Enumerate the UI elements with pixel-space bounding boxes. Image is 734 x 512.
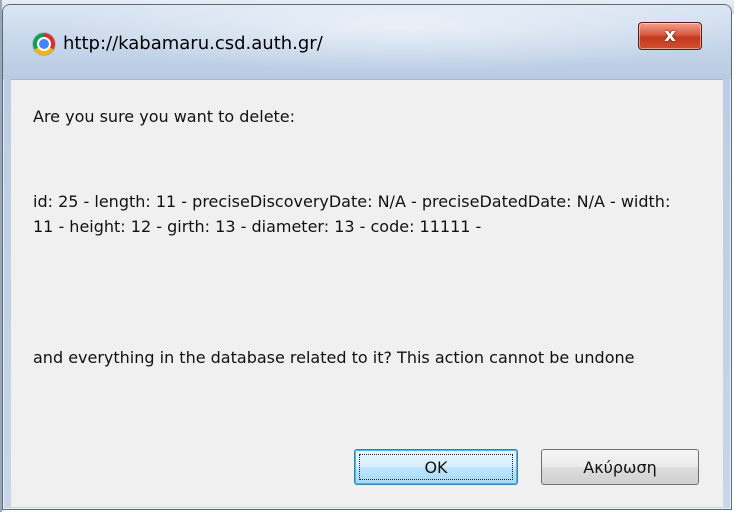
message-outro: and everything in the database related t… — [33, 348, 635, 367]
cancel-button[interactable]: Ακύρωση — [541, 449, 699, 485]
ok-button[interactable]: OK — [354, 449, 518, 485]
confirm-dialog: http://kabamaru.csd.auth.gr/ x Are you s… — [2, 4, 732, 510]
dialog-button-bar: OK Ακύρωση — [11, 425, 723, 507]
chrome-icon — [33, 33, 55, 55]
ok-button-label: OK — [424, 457, 448, 477]
cancel-button-label: Ακύρωση — [583, 457, 657, 477]
message-intro: Are you sure you want to delete: — [33, 107, 296, 126]
dialog-title: http://kabamaru.csd.auth.gr/ — [63, 33, 323, 54]
close-button[interactable]: x — [638, 22, 702, 50]
close-icon: x — [664, 25, 676, 46]
dialog-content: Are you sure you want to delete: id: 25 … — [11, 79, 723, 425]
dialog-titlebar[interactable]: http://kabamaru.csd.auth.gr/ x — [3, 5, 731, 79]
message-details: id: 25 - length: 11 - preciseDiscoveryDa… — [33, 192, 671, 236]
chrome-icon-center — [39, 39, 49, 49]
